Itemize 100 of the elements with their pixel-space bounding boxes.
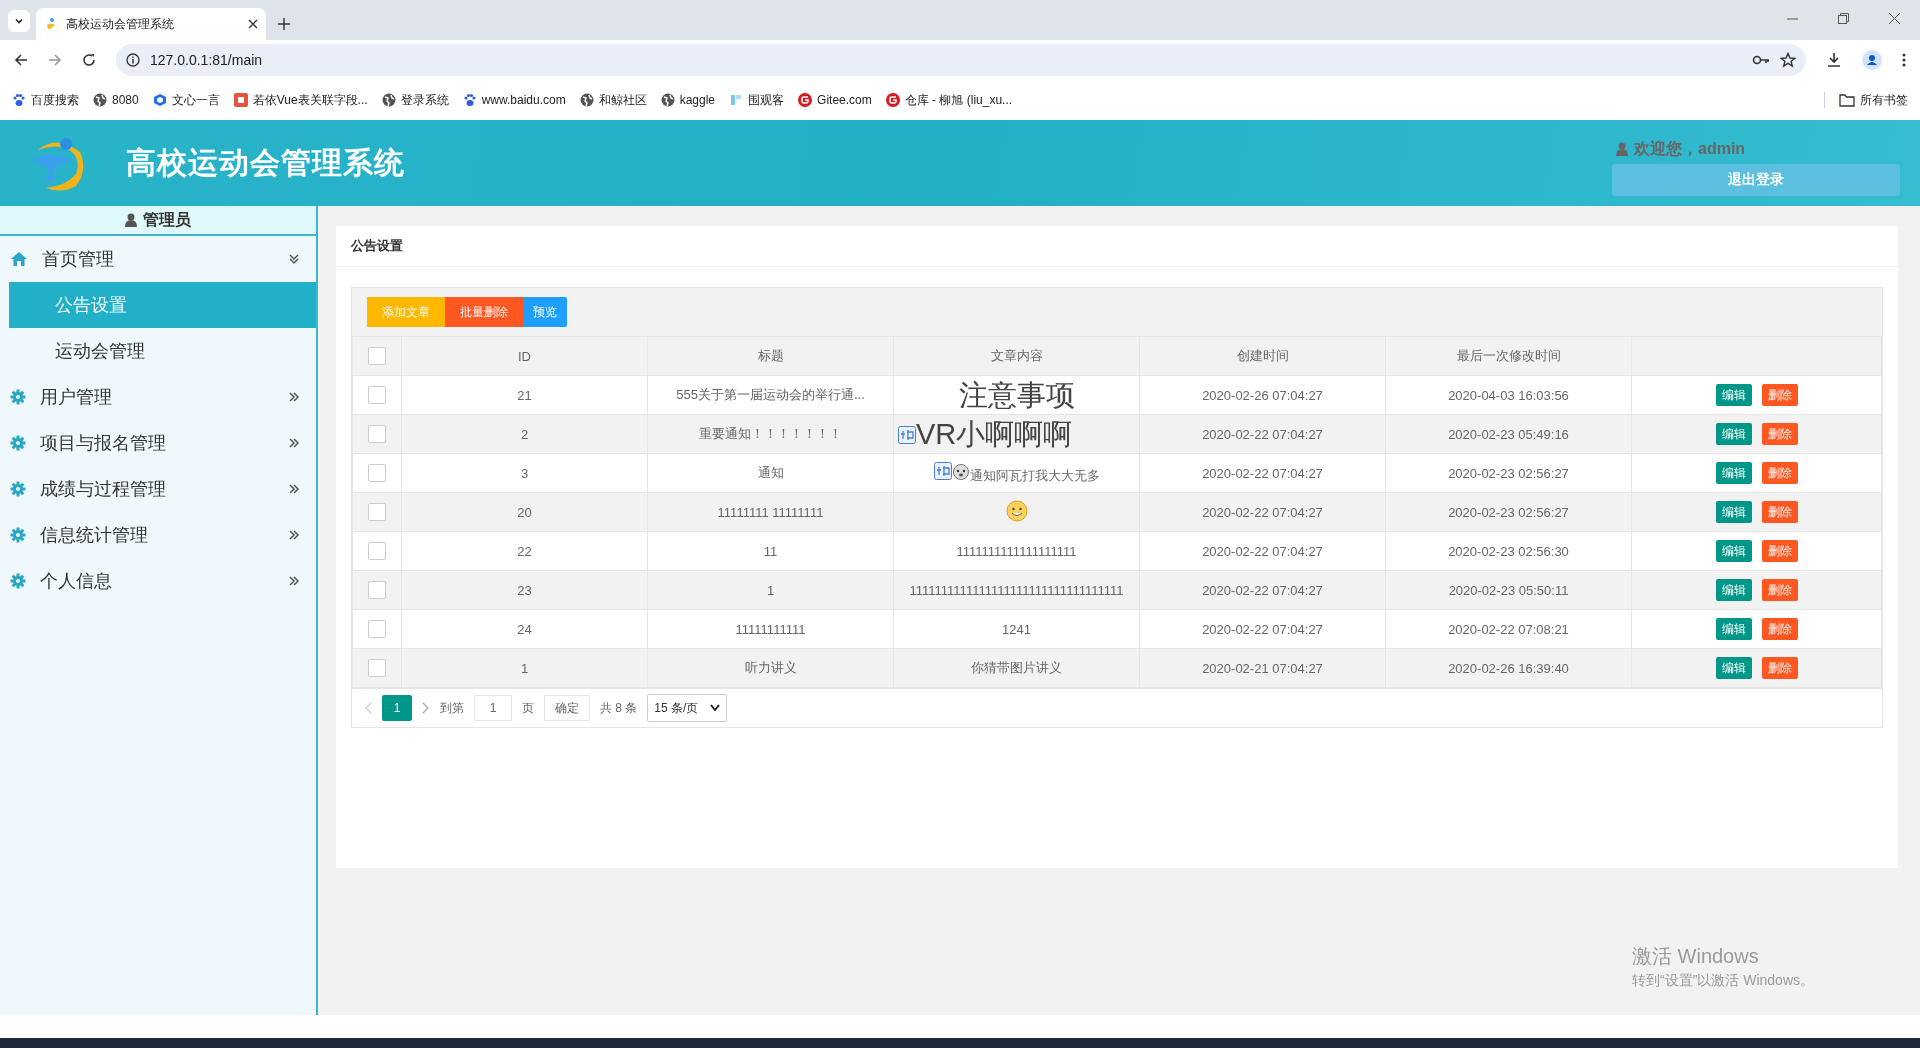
table-cell: 2020-04-03 16:03:56	[1448, 387, 1569, 403]
row-checkbox[interactable]	[368, 542, 386, 560]
globe-icon	[381, 93, 396, 107]
table-cell: 2020-02-22 07:04:27	[1202, 543, 1323, 559]
menu-item[interactable]: 用户管理	[0, 374, 316, 420]
table-cell: 通知阿瓦打我大大无多	[969, 467, 1100, 483]
table-cell: 1241	[1002, 621, 1031, 637]
reload-icon[interactable]	[82, 53, 96, 67]
table-cell: 2020-02-22 07:08:21	[1448, 621, 1569, 637]
page-button[interactable]: 1	[382, 695, 412, 721]
info-icon[interactable]	[126, 53, 140, 67]
bookmark[interactable]: www.baidu.com	[462, 93, 566, 107]
table-cell: 1	[520, 660, 529, 676]
tab-title: 高校运动会管理系统	[66, 15, 175, 33]
page-input[interactable]: 1	[474, 695, 512, 721]
download-icon[interactable]	[1826, 52, 1842, 68]
edit-button[interactable]: 编辑	[1715, 579, 1752, 601]
menu-item[interactable]: 个人信息	[0, 558, 316, 604]
settings-icon	[10, 573, 26, 589]
bookmark[interactable]: 仓库 - 柳旭 (liu_xu...	[885, 91, 1013, 109]
forward-icon[interactable]	[48, 53, 62, 67]
table-cell: 3	[520, 465, 529, 481]
row-checkbox[interactable]	[368, 581, 386, 599]
table-cell: 2020-02-22 07:04:27	[1202, 465, 1323, 481]
bookmark[interactable]: Gitee.com	[798, 93, 872, 107]
table-cell: 通知	[757, 465, 784, 480]
edit-button[interactable]: 编辑	[1715, 423, 1752, 445]
gitee-icon	[798, 93, 813, 107]
card-title: 公告设置	[351, 237, 403, 255]
bookmark[interactable]: 文心一言	[152, 91, 220, 109]
paw-icon	[462, 93, 477, 107]
star-icon[interactable]	[1780, 52, 1796, 68]
edit-button[interactable]: 编辑	[1715, 462, 1752, 484]
bookmark-square-icon	[233, 93, 248, 107]
total-count: 共 8 条	[600, 699, 638, 717]
bookmark[interactable]: 百度搜索	[12, 91, 79, 109]
edit-button[interactable]: 编辑	[1715, 540, 1752, 562]
table-cell: 2020-02-22 07:04:27	[1202, 426, 1323, 442]
edit-button[interactable]: 编辑	[1715, 384, 1752, 406]
table-cell: 555关于第一届运动会的举行通...	[676, 387, 865, 402]
menu-item[interactable]: 信息统计管理	[0, 512, 316, 558]
bookmark[interactable]: 和鲸社区	[579, 91, 647, 109]
dropdown-icon[interactable]	[14, 16, 24, 26]
table-cell: 1	[766, 582, 775, 598]
address-bar[interactable]: 127.0.0.1:81/main	[116, 44, 1806, 76]
restore-icon[interactable]	[1838, 13, 1849, 24]
edit-button[interactable]: 编辑	[1715, 501, 1752, 523]
bookmarks-folder[interactable]: 所有书签	[1839, 91, 1908, 109]
browser-tab[interactable]: 高校运动会管理系统	[36, 8, 266, 40]
table-cell: 2020-02-23 02:56:30	[1448, 543, 1569, 559]
edit-button[interactable]: 编辑	[1715, 618, 1752, 640]
bookmark[interactable]: 若依Vue表关联字段...	[233, 91, 368, 109]
table-cell: 22	[517, 543, 532, 559]
column-header: 最后一次修改时间	[1456, 348, 1561, 363]
select-all-checkbox[interactable]	[368, 347, 386, 365]
bookmark[interactable]: 围观客	[729, 91, 785, 109]
settings-icon	[10, 435, 26, 451]
row-checkbox[interactable]	[368, 503, 386, 521]
close-icon[interactable]	[1889, 13, 1900, 24]
globe-icon	[579, 93, 594, 107]
gitee-icon	[885, 93, 900, 107]
row-checkbox[interactable]	[368, 620, 386, 638]
confirm-button[interactable]: 确定	[544, 695, 590, 721]
table-cell: 重要通知！！！！！！！	[699, 426, 842, 441]
key-icon[interactable]	[1752, 54, 1770, 66]
row-checkbox[interactable]	[368, 659, 386, 677]
goto-label: 到第	[440, 699, 464, 717]
row-checkbox[interactable]	[368, 386, 386, 404]
table-cell: 21	[517, 387, 532, 403]
edit-button[interactable]: 编辑	[1715, 657, 1752, 679]
row-checkbox[interactable]	[368, 425, 386, 443]
menu-item[interactable]: 成绩与过程管理	[0, 466, 316, 512]
menu-item[interactable]: 首页管理	[0, 236, 316, 282]
bookmark[interactable]: 登录系统	[381, 91, 449, 109]
table-cell: 2020-02-22 07:04:27	[1202, 504, 1323, 520]
close-icon[interactable]	[248, 19, 258, 29]
row-checkbox[interactable]	[368, 464, 386, 482]
tag-icon	[933, 461, 952, 480]
more-icon[interactable]	[1902, 53, 1906, 67]
table-cell: VR小啊啊啊	[916, 418, 1073, 450]
table-cell: 2020-02-23 02:56:27	[1448, 504, 1569, 520]
back-icon[interactable]	[14, 53, 28, 67]
home-icon	[10, 251, 28, 267]
role-label: 管理员	[143, 209, 191, 230]
activation-title: 激活 Windows	[1632, 944, 1760, 969]
table-cell: 24	[517, 621, 532, 637]
user-icon	[125, 213, 137, 227]
page-unit-label: 页	[522, 699, 534, 717]
profile-icon[interactable]	[1862, 50, 1882, 70]
new-tab-icon[interactable]	[278, 18, 290, 30]
menu-item[interactable]: 项目与报名管理	[0, 420, 316, 466]
table-cell: 2020-02-21 07:04:27	[1202, 660, 1323, 676]
bookmark[interactable]: kaggle	[660, 93, 716, 107]
column-header: 创建时间	[1236, 348, 1289, 363]
smiley-icon	[1005, 499, 1028, 522]
caret-icon	[710, 704, 721, 712]
settings-icon	[10, 481, 26, 497]
page-size-select[interactable]: 15 条/页	[647, 694, 728, 722]
bookmark[interactable]: 8080	[93, 93, 139, 107]
submenu-item[interactable]: 运动会管理	[9, 328, 316, 374]
